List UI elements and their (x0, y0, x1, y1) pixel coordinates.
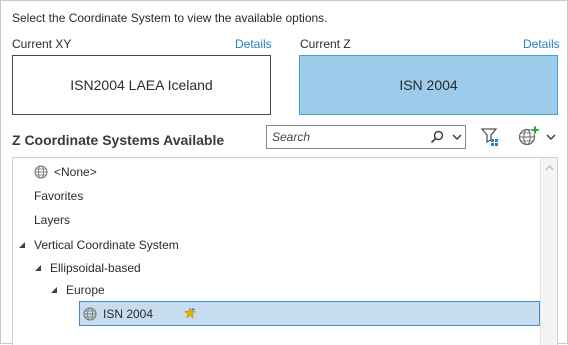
current-xy-details-link[interactable]: Details (235, 37, 272, 51)
tree-item-favorites[interactable]: Favorites (34, 186, 83, 206)
add-favorite-star-icon[interactable] (184, 307, 196, 319)
tree-item-none[interactable]: <None> (34, 162, 97, 182)
filter-icon[interactable] (480, 126, 500, 148)
tree-item-vertical-coordinate-system[interactable]: Vertical Coordinate System (18, 235, 179, 255)
current-xy-box[interactable]: ISN2004 LAEA Iceland (12, 55, 271, 115)
add-coordinate-system-icon[interactable] (517, 125, 541, 147)
expand-caret-icon[interactable] (50, 286, 58, 294)
search-box[interactable] (266, 125, 466, 149)
current-xy-label: Current XY (12, 37, 72, 51)
tree-item-europe[interactable]: Europe (50, 280, 105, 300)
current-z-label: Current Z (300, 37, 351, 51)
tree-item-isn-2004-selected[interactable]: ISN 2004 (79, 301, 540, 326)
expand-caret-icon[interactable] (18, 241, 26, 249)
coordinate-system-panel: Select the Coordinate System to view the… (0, 0, 568, 345)
scroll-up-arrow-icon[interactable] (545, 164, 554, 171)
globe-icon (83, 307, 97, 321)
coordinate-system-tree[interactable]: <None> Favorites Layers Vertical Coordin… (12, 157, 558, 345)
tree-item-label: Favorites (34, 189, 84, 203)
tree-item-label: Layers (34, 213, 71, 227)
chevron-down-icon[interactable] (546, 132, 556, 142)
tree-item-label: <None> (54, 165, 97, 179)
section-title: Z Coordinate Systems Available (12, 132, 225, 148)
instruction-text: Select the Coordinate System to view the… (12, 11, 328, 25)
search-icon[interactable] (430, 130, 444, 144)
chevron-down-icon[interactable] (451, 131, 463, 143)
vertical-scrollbar[interactable] (540, 158, 557, 345)
globe-icon (34, 165, 48, 179)
search-input[interactable] (267, 127, 417, 147)
tree-item-label: Europe (66, 283, 105, 297)
current-z-details-link[interactable]: Details (523, 37, 560, 51)
tree-item-layers[interactable]: Layers (34, 210, 70, 230)
tree-item-ellipsoidal-based[interactable]: Ellipsoidal-based (34, 258, 141, 278)
current-xy-value: ISN2004 LAEA Iceland (70, 77, 213, 93)
current-z-box[interactable]: ISN 2004 (299, 55, 558, 115)
tree-item-label: Vertical Coordinate System (34, 238, 179, 252)
expand-caret-icon[interactable] (34, 264, 42, 272)
tree-item-label: Ellipsoidal-based (50, 261, 141, 275)
tree-item-label: ISN 2004 (103, 307, 154, 321)
current-z-value: ISN 2004 (399, 77, 458, 93)
